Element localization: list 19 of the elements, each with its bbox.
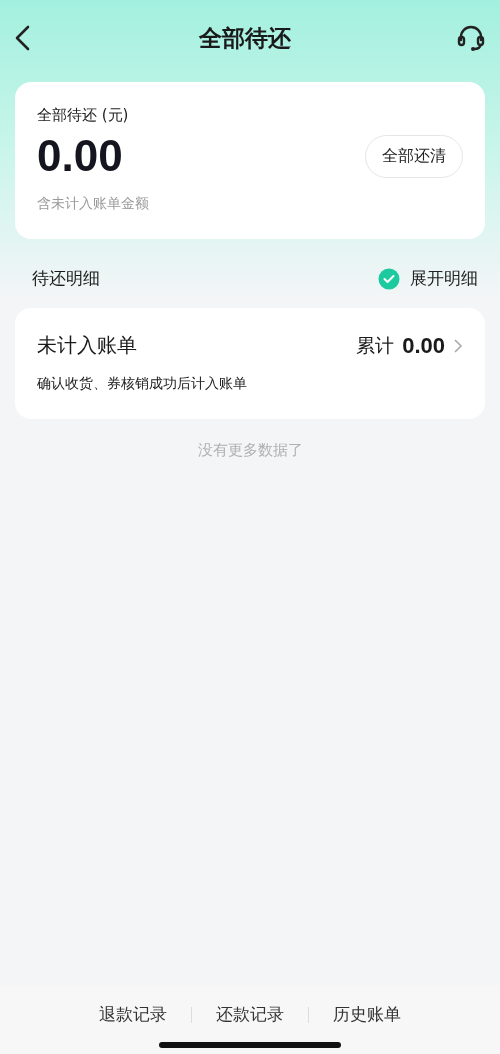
balance-note: 含未计入账单金额 xyxy=(37,195,150,213)
balance-label: 全部待还 (元) xyxy=(37,106,130,125)
balance-amount: 0.00 xyxy=(37,131,123,181)
footer-link[interactable]: 历史账单 xyxy=(309,1003,425,1026)
footer-link[interactable]: 退款记录 xyxy=(75,1003,191,1026)
headset-icon xyxy=(456,23,486,53)
bill-description: 确认收货、券核销成功后计入账单 xyxy=(37,375,248,393)
end-of-list-text: 没有更多数据了 xyxy=(196,441,304,460)
bill-card[interactable]: 未计入账单 累计 0.00 确认收货、券核销成功后计入账单 xyxy=(15,308,485,419)
total-amount: 0.00 xyxy=(402,332,445,359)
section-title: 待还明细 xyxy=(32,267,100,290)
expand-toggle[interactable]: 展开明细 xyxy=(378,267,478,290)
bill-title: 未计入账单 xyxy=(37,332,137,359)
pay-all-button[interactable]: 全部还清 xyxy=(365,134,463,178)
total-label: 累计 xyxy=(356,332,395,358)
page-title: 全部待还 xyxy=(199,23,291,53)
footer-link[interactable]: 还款记录 xyxy=(192,1003,308,1026)
chevron-icon xyxy=(453,337,463,354)
support-button[interactable] xyxy=(456,23,486,53)
